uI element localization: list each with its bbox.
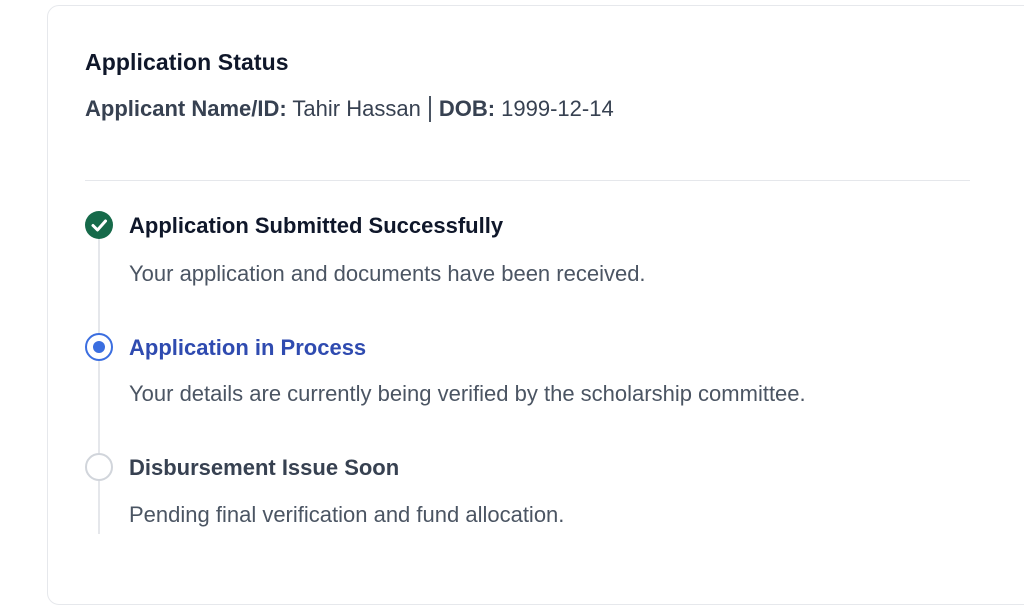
applicant-value: Tahir Hassan xyxy=(292,96,421,121)
timeline-connector xyxy=(98,238,100,336)
dob-label: DOB: xyxy=(438,96,496,121)
timeline-connector xyxy=(98,480,100,534)
step-description-disbursement: Pending final verification and fund allo… xyxy=(129,502,565,527)
step-title-submitted: Application Submitted Successfully xyxy=(129,213,504,238)
check-circle-icon xyxy=(85,211,113,239)
step-description-in-process: Your details are currently being verifie… xyxy=(129,381,806,406)
empty-circle-icon xyxy=(85,453,113,481)
step-title-in-process: Application in Process xyxy=(129,335,367,360)
separator xyxy=(428,96,431,122)
page-title: Application Status xyxy=(85,49,289,75)
divider xyxy=(85,180,970,181)
applicant-info: Applicant Name/ID: Tahir Hassan DOB: 1999… xyxy=(85,96,614,122)
dob-value: 1999-12-14 xyxy=(501,96,614,121)
timeline-connector xyxy=(98,360,100,456)
step-title-disbursement: Disbursement Issue Soon xyxy=(129,455,400,480)
step-description-submitted: Your application and documents have been… xyxy=(129,261,646,286)
applicant-label: Applicant Name/ID: xyxy=(85,96,287,121)
radio-dot-icon xyxy=(85,333,113,361)
